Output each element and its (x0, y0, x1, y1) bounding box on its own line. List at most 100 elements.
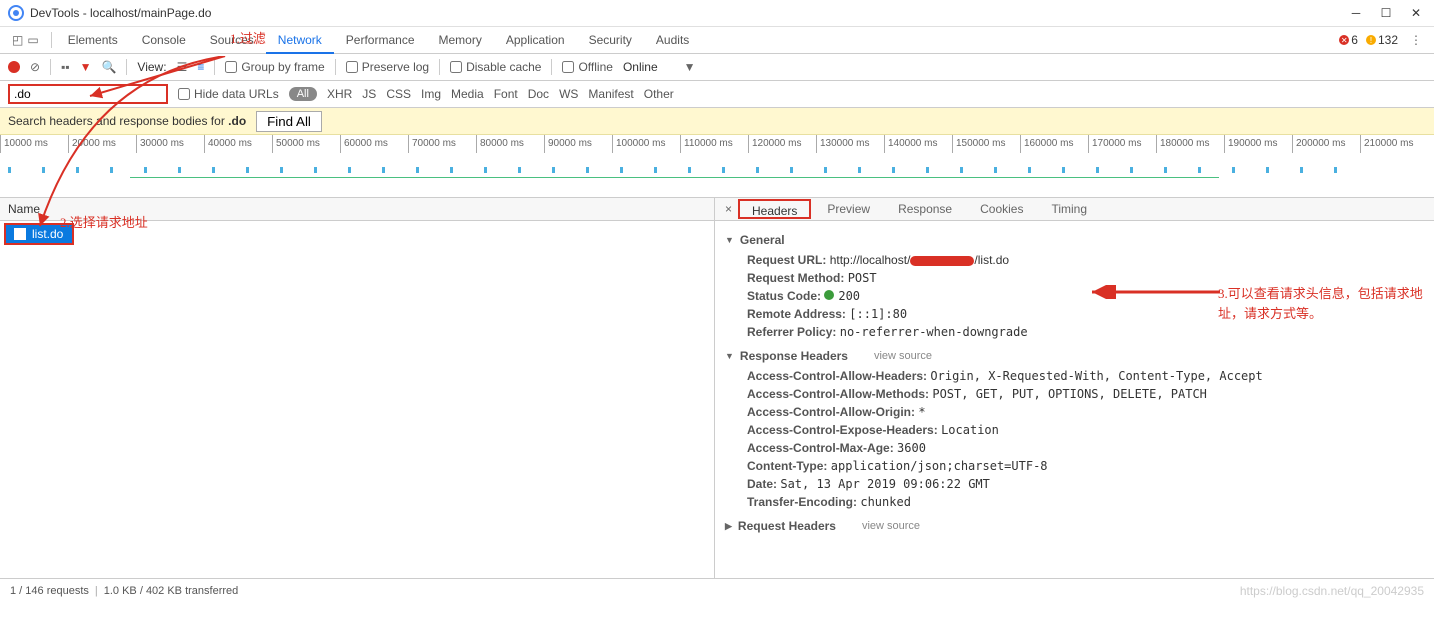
response-headers-header: Response Headers (740, 349, 848, 363)
filter-type-css[interactable]: CSS (386, 87, 411, 101)
response-header-item: Access-Control-Allow-Origin: * (725, 403, 1424, 421)
filter-type-manifest[interactable]: Manifest (588, 87, 633, 101)
search-icon[interactable]: 🔍 (101, 60, 116, 74)
request-name: list.do (32, 227, 63, 241)
filter-type-media[interactable]: Media (451, 87, 484, 101)
disable-cache-checkbox[interactable]: Disable cache (450, 60, 541, 74)
watermark: https://blog.csdn.net/qq_20042935 (1240, 584, 1424, 598)
more-icon[interactable]: ⋮ (1402, 33, 1430, 47)
view-source-link[interactable]: view source (862, 520, 920, 532)
devtools-icon (8, 5, 24, 21)
record-button[interactable] (8, 61, 20, 73)
window-title: DevTools - localhost/mainPage.do (30, 6, 1350, 20)
separator (126, 59, 127, 75)
group-by-frame-checkbox[interactable]: Group by frame (225, 60, 324, 74)
filter-icon[interactable]: ▼ (80, 60, 92, 74)
tab-elements[interactable]: Elements (56, 27, 130, 54)
tab-security[interactable]: Security (577, 27, 644, 54)
status-bar: 1 / 146 requests | 1.0 KB / 402 KB trans… (0, 578, 1434, 602)
name-column-header[interactable]: Name (0, 198, 714, 221)
find-all-button[interactable]: Find All (256, 111, 322, 132)
referrer-policy: Referrer Policy: no-referrer-when-downgr… (725, 323, 1424, 341)
devtools-tabs: ◰ ▭ ElementsConsoleSourcesNetworkPerform… (0, 27, 1434, 54)
timeline-tick: 210000 ms (1360, 135, 1428, 153)
filter-type-img[interactable]: Img (421, 87, 441, 101)
filter-type-js[interactable]: JS (362, 87, 376, 101)
minimize-button[interactable]: ─ (1350, 7, 1362, 19)
network-split: Name list.do × HeadersPreviewResponseCoo… (0, 198, 1434, 578)
response-header-item: Access-Control-Max-Age: 3600 (725, 439, 1424, 457)
tab-application[interactable]: Application (494, 27, 577, 54)
view-source-link[interactable]: view source (874, 350, 932, 362)
timeline-tick: 180000 ms (1156, 135, 1224, 153)
error-count[interactable]: ✕6 (1335, 33, 1362, 47)
timeline-tick: 50000 ms (272, 135, 340, 153)
hide-data-urls-checkbox[interactable]: Hide data URLs (178, 87, 279, 101)
tab-performance[interactable]: Performance (334, 27, 427, 54)
request-details: × HeadersPreviewResponseCookiesTiming Ge… (715, 198, 1434, 578)
overview-icon[interactable]: ≡ (197, 60, 204, 74)
separator (214, 59, 215, 75)
details-tab-preview[interactable]: Preview (815, 199, 882, 219)
transferred-size: 1.0 KB / 402 KB transferred (104, 585, 239, 597)
filter-type-xhr[interactable]: XHR (327, 87, 352, 101)
details-tab-headers[interactable]: Headers (738, 199, 811, 219)
response-header-item: Access-Control-Allow-Methods: POST, GET,… (725, 385, 1424, 403)
details-tab-timing[interactable]: Timing (1039, 199, 1099, 219)
tab-sources[interactable]: Sources (198, 27, 266, 54)
request-url: Request URL: http://localhost//list.do (725, 251, 1424, 269)
details-tab-response[interactable]: Response (886, 199, 964, 219)
response-header-item: Access-Control-Expose-Headers: Location (725, 421, 1424, 439)
response-header-item: Transfer-Encoding: chunked (725, 493, 1424, 511)
view-label: View: (137, 60, 166, 74)
separator (551, 59, 552, 75)
window-controls: ─ ☐ ✕ (1350, 7, 1426, 19)
remote-address: Remote Address: [::1]:80 (725, 305, 1424, 323)
response-header-item: Date: Sat, 13 Apr 2019 09:06:22 GMT (725, 475, 1424, 493)
large-rows-icon[interactable]: ☰ (177, 60, 188, 74)
close-button[interactable]: ✕ (1410, 7, 1422, 19)
timeline-tick: 110000 ms (680, 135, 748, 153)
timeline-tick: 200000 ms (1292, 135, 1360, 153)
details-tab-cookies[interactable]: Cookies (968, 199, 1035, 219)
filter-type-other[interactable]: Other (644, 87, 674, 101)
preserve-log-checkbox[interactable]: Preserve log (346, 60, 429, 74)
filter-type-all[interactable]: All (289, 87, 317, 101)
request-headers-section[interactable]: Request Headersview source (715, 513, 1434, 539)
timeline-tick: 150000 ms (952, 135, 1020, 153)
capture-screenshot-icon[interactable]: ▪▪ (61, 60, 70, 74)
filter-type-doc[interactable]: Doc (528, 87, 549, 101)
search-banner: Search headers and response bodies for .… (0, 108, 1434, 135)
maximize-button[interactable]: ☐ (1380, 7, 1392, 19)
request-list: Name list.do (0, 198, 715, 578)
timeline-tick: 140000 ms (884, 135, 952, 153)
inspect-icon[interactable]: ◰ (12, 33, 23, 47)
general-section[interactable]: General Request URL: http://localhost//l… (715, 227, 1434, 343)
separator (51, 32, 52, 48)
tab-memory[interactable]: Memory (427, 27, 494, 54)
timeline-tick: 160000 ms (1020, 135, 1088, 153)
timeline-tick: 10000 ms (0, 135, 68, 153)
clear-button[interactable]: ⊘ (30, 60, 40, 74)
response-header-item: Content-Type: application/json;charset=U… (725, 457, 1424, 475)
chevron-down-icon[interactable]: ▼ (684, 60, 696, 74)
close-details-icon[interactable]: × (719, 202, 738, 216)
filter-type-ws[interactable]: WS (559, 87, 578, 101)
tab-audits[interactable]: Audits (644, 27, 701, 54)
tab-network[interactable]: Network (266, 27, 334, 54)
request-count: 1 / 146 requests (10, 585, 89, 597)
tab-console[interactable]: Console (130, 27, 198, 54)
filter-type-font[interactable]: Font (494, 87, 518, 101)
titlebar: DevTools - localhost/mainPage.do ─ ☐ ✕ (0, 0, 1434, 27)
warning-count[interactable]: !132 (1362, 33, 1402, 47)
offline-checkbox[interactable]: Offline (562, 60, 612, 74)
filter-input[interactable] (8, 84, 168, 104)
timeline-overview[interactable]: 10000 ms20000 ms30000 ms40000 ms50000 ms… (0, 135, 1434, 198)
timeline-tick: 90000 ms (544, 135, 612, 153)
device-icon[interactable]: ▭ (27, 33, 38, 47)
details-tabs: × HeadersPreviewResponseCookiesTiming (715, 198, 1434, 221)
request-row[interactable]: list.do (4, 223, 74, 245)
throttle-select[interactable]: Online (623, 60, 658, 74)
response-headers-section[interactable]: Response Headers view source Access-Contr… (715, 343, 1434, 513)
timeline-tick: 190000 ms (1224, 135, 1292, 153)
